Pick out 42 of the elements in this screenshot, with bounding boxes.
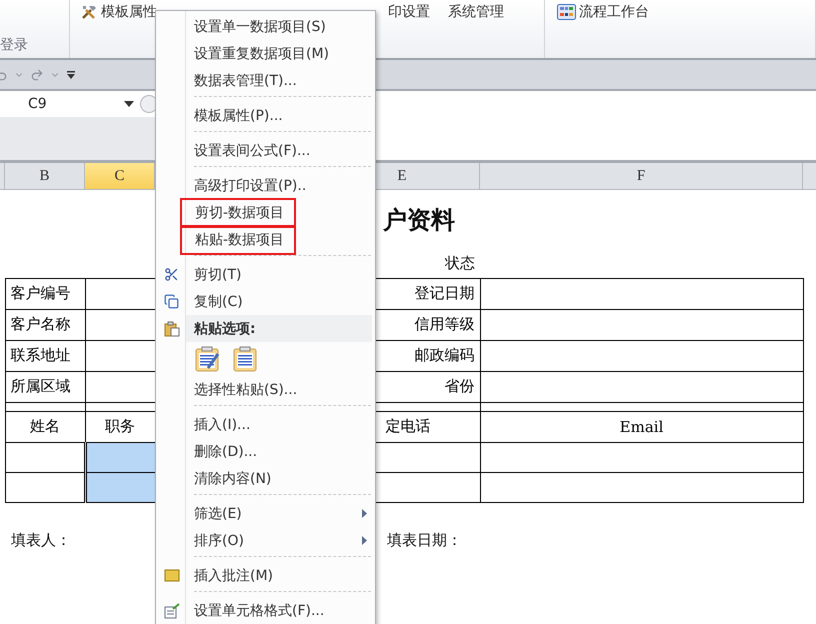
menu-header: 粘贴选项: — [186, 315, 372, 342]
copy-icon — [164, 294, 179, 309]
filled-by-label: 填表人： — [11, 530, 71, 548]
column-heading: Email — [480, 411, 804, 442]
menu-item[interactable]: 剪切-数据项目 — [180, 198, 296, 228]
table-cell: 所属区域 — [5, 371, 85, 402]
table-cell: 客户名称 — [5, 309, 85, 340]
menu-item[interactable]: 清除内容(N) — [156, 465, 375, 492]
column-header[interactable]: C — [85, 163, 155, 189]
menu-item[interactable]: 模板属性(P)... — [156, 102, 375, 129]
fill-date-label: 填表日期： — [387, 530, 462, 548]
tools-icon — [80, 3, 98, 21]
clipboard-icon — [164, 321, 180, 337]
status-label: 状态 — [445, 254, 475, 272]
submenu-arrow-icon — [362, 536, 367, 545]
menu-item[interactable]: 排序(O) — [156, 527, 375, 554]
menu-item[interactable]: 设置重复数据项目(M) — [156, 40, 375, 67]
paste-formatting-icon[interactable] — [194, 346, 220, 372]
sheet-title: 户资料 — [383, 205, 455, 234]
selected-cell[interactable] — [85, 472, 155, 502]
ribbon-button[interactable]: 流程工作台 — [553, 1, 653, 23]
menu-item[interactable]: 粘贴-数据项目 — [180, 224, 296, 254]
selected-cell[interactable] — [85, 442, 155, 472]
menu-item[interactable]: 插入批注(M) — [156, 562, 375, 589]
table-cell: 联系地址 — [5, 340, 85, 371]
note-icon — [164, 568, 180, 582]
submenu-arrow-icon — [362, 509, 367, 518]
ribbon-button[interactable]: 印设置 — [384, 1, 434, 23]
menu-item[interactable]: 设置单元格格式(F)... — [156, 597, 375, 624]
group-label: 登录 — [0, 36, 28, 54]
menu-item[interactable]: 数据表管理(T)... — [156, 67, 375, 94]
format-cells-icon — [164, 603, 180, 619]
grid-icon — [557, 4, 576, 20]
table-cell: 客户编号 — [5, 278, 85, 309]
scissors-icon — [164, 267, 179, 282]
column-heading: 姓名 — [5, 411, 85, 442]
menu-item[interactable]: 筛选(E) — [156, 500, 375, 527]
paste-values-icon[interactable] — [232, 346, 258, 372]
ribbon-button[interactable]: 系统管理 — [444, 1, 508, 23]
customize-icon[interactable] — [66, 70, 76, 80]
menu-item[interactable]: 设置表间公式(F)... — [156, 137, 375, 164]
caret-icon[interactable] — [124, 101, 134, 107]
